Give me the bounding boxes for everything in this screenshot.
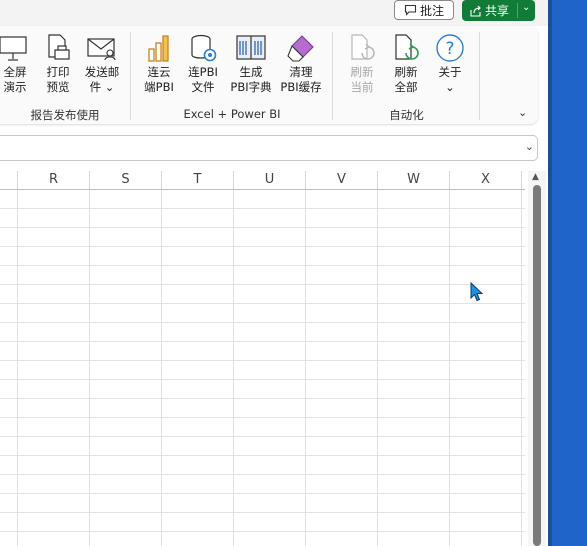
column-gridline <box>305 171 306 546</box>
print-preview-button[interactable]: 打印 预览 <box>41 32 75 95</box>
dictionary-icon <box>236 35 266 60</box>
refresh-all-icon <box>395 34 419 60</box>
print-preview-label-2: 预览 <box>46 80 70 94</box>
comments-label: 批注 <box>419 3 444 18</box>
refresh-current-icon <box>351 34 375 60</box>
about-label-1: 关于 <box>438 65 462 79</box>
formula-bar-expand-chevron-icon[interactable]: ⌄ <box>525 140 534 153</box>
about-label-2: ⌄ <box>445 80 455 94</box>
refresh-current-button[interactable]: 刷新 当前 <box>345 32 379 95</box>
refresh-all-label-1: 刷新 <box>394 65 418 79</box>
column-gridline <box>377 171 378 546</box>
pbi-file-icon <box>191 34 217 62</box>
eraser-icon <box>287 35 314 62</box>
pbi-file-button[interactable]: 连PBI 文件 <box>184 32 222 95</box>
window-edge <box>548 0 552 546</box>
ribbon: 全屏 演示 打印 预览 发送邮 件 ⌄ 报告发布使用 连云 端PBI 连PBI … <box>0 26 538 124</box>
refresh-current-label-2: 当前 <box>350 80 374 94</box>
group-label-report: 报告发布使用 <box>30 108 100 122</box>
send-mail-label-2: 件 ⌄ <box>89 80 115 94</box>
scrollbar-thumb[interactable] <box>533 185 541 546</box>
column-gridline <box>89 171 90 546</box>
cloud-pbi-label-2: 端PBI <box>144 80 174 94</box>
cell-grid[interactable] <box>0 189 525 546</box>
group-separator <box>332 32 333 120</box>
column-header-partial[interactable] <box>0 171 18 189</box>
mouse-cursor-icon <box>470 282 484 302</box>
send-mail-label-1: 发送邮 <box>84 65 120 79</box>
refresh-all-button[interactable]: 刷新 全部 <box>389 32 423 95</box>
fullscreen-button[interactable]: 全屏 演示 <box>0 32 32 95</box>
column-header-u[interactable]: U <box>234 171 306 189</box>
mail-icon <box>87 38 116 61</box>
vertical-scrollbar[interactable]: ▲ <box>528 171 546 546</box>
column-gridline <box>161 171 162 546</box>
cloud-pbi-icon <box>148 35 169 62</box>
column-header-x[interactable]: X <box>450 171 522 189</box>
svg-text:?: ? <box>445 39 454 59</box>
column-header-s[interactable]: S <box>90 171 162 189</box>
column-gridline <box>449 171 450 546</box>
fullscreen-label-2: 演示 <box>3 80 27 94</box>
title-strip: 批注 共享 ⌄ <box>0 0 548 26</box>
comment-icon <box>404 4 417 16</box>
share-dropdown-chevron-icon[interactable]: ⌄ <box>522 2 530 13</box>
print-preview-icon <box>48 34 70 60</box>
pbi-dictionary-button[interactable]: 生成 PBI字典 <box>227 32 275 95</box>
column-gridline <box>17 171 18 546</box>
about-button[interactable]: ? 关于 ⌄ <box>433 32 467 95</box>
send-mail-button[interactable]: 发送邮 件 ⌄ <box>82 32 122 95</box>
cloud-pbi-button[interactable]: 连云 端PBI <box>140 32 178 95</box>
refresh-current-label-1: 刷新 <box>350 65 374 79</box>
formula-bar[interactable]: ⌄ <box>0 135 538 161</box>
group-separator <box>479 32 480 120</box>
clear-pbi-cache-label-1: 清理 <box>289 65 313 79</box>
column-gridline <box>233 171 234 546</box>
fullscreen-icon <box>0 36 27 61</box>
ribbon-expand-chevron-icon[interactable]: ⌄ <box>518 106 527 119</box>
share-button[interactable]: 共享 ⌄ <box>462 0 535 21</box>
cloud-pbi-label-1: 连云 <box>147 65 171 79</box>
column-gridline <box>521 171 522 546</box>
pbi-file-label-1: 连PBI <box>188 65 218 79</box>
share-label: 共享 <box>485 4 510 18</box>
column-header-row: R S T U V W X <box>0 171 525 190</box>
group-label-excel-pbi: Excel + Power BI <box>183 107 281 121</box>
clear-pbi-cache-button[interactable]: 清理 PBI缓存 <box>277 32 325 95</box>
scroll-up-arrow-icon[interactable]: ▲ <box>532 172 539 182</box>
print-preview-label-1: 打印 <box>46 65 70 79</box>
refresh-all-label-2: 全部 <box>394 80 418 94</box>
share-icon <box>470 5 481 17</box>
column-header-v[interactable]: V <box>306 171 378 189</box>
group-separator <box>130 32 131 120</box>
comments-button[interactable]: 批注 <box>394 0 454 20</box>
pbi-dictionary-label-1: 生成 <box>239 65 263 79</box>
column-header-t[interactable]: T <box>162 171 234 189</box>
share-separator <box>517 3 518 18</box>
fullscreen-label-1: 全屏 <box>3 65 27 79</box>
column-header-r[interactable]: R <box>18 171 90 189</box>
group-label-automation: 自动化 <box>389 108 424 122</box>
pbi-dictionary-label-2: PBI字典 <box>230 80 272 94</box>
clear-pbi-cache-label-2: PBI缓存 <box>280 80 322 94</box>
pbi-file-label-2: 文件 <box>191 80 215 94</box>
help-icon: ? <box>436 34 464 62</box>
column-header-w[interactable]: W <box>378 171 450 189</box>
desktop-background <box>548 0 587 546</box>
